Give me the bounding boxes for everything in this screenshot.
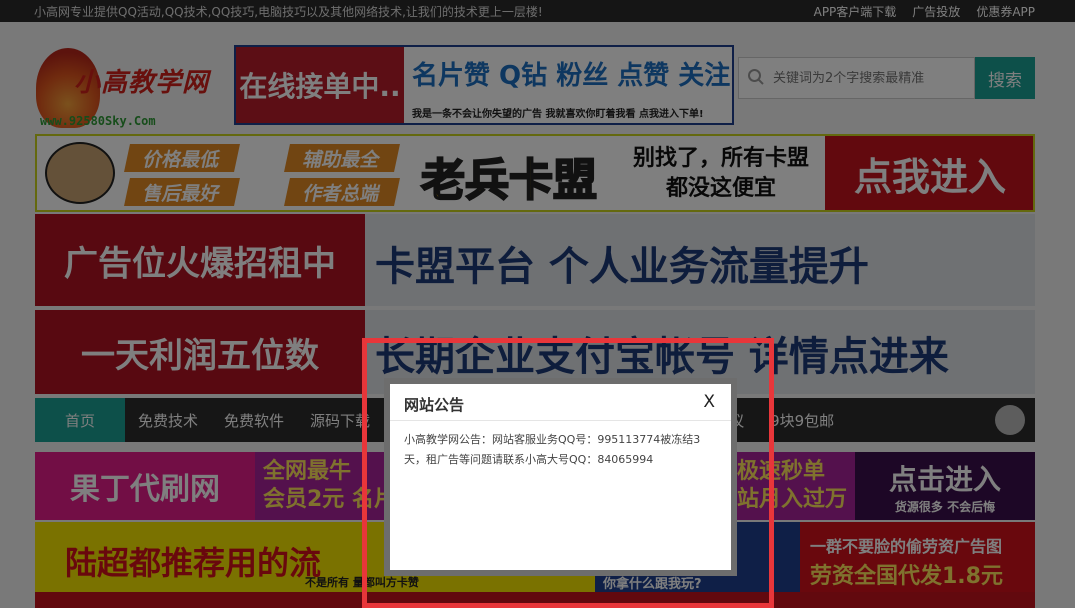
dialog-body: 小高教学网公告：网站客服业务QQ号：995113774被冻结3天，租广告等问题请…: [404, 433, 701, 466]
close-icon[interactable]: X: [703, 392, 715, 412]
announcement-dialog: 网站公告 X 小高教学网公告：网站客服业务QQ号：995113774被冻结3天，…: [384, 378, 737, 576]
dialog-header: 网站公告 X: [390, 384, 731, 421]
dialog-title: 网站公告: [404, 396, 465, 414]
